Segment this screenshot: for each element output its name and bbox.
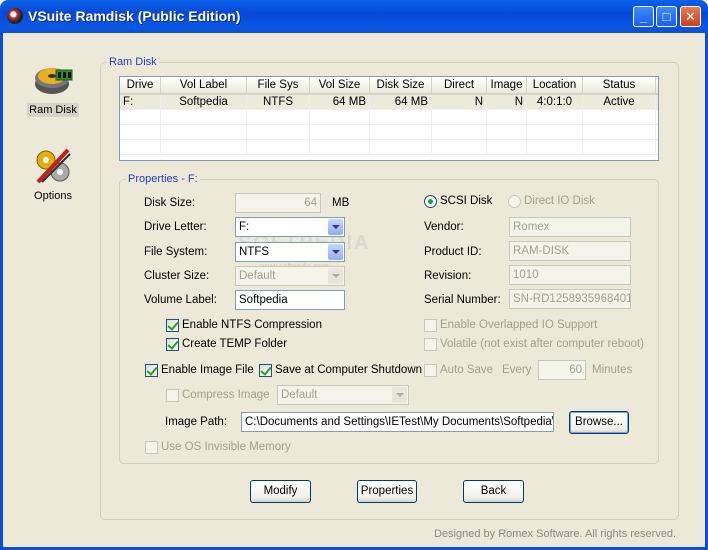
file-system-label: File System: [144,246,208,258]
revision-label: Revision: [424,270,472,282]
scsi-disk-radio[interactable] [424,195,437,208]
properties-button[interactable]: Properties [357,480,417,503]
column-header-vol-label[interactable]: Vol Label [161,77,247,93]
table-row-empty [120,110,658,125]
cell-drive: F: [120,95,161,109]
cell-vol-size: 64 MB [310,95,370,109]
ram-disk-group-title: Ram Disk [107,56,159,68]
column-header-file-sys[interactable]: File Sys [247,77,310,93]
browse-button[interactable]: Browse... [569,411,629,434]
close-button[interactable]: ✕ [680,6,701,27]
enable-image-file-checkbox[interactable] [145,364,158,377]
file-system-select[interactable]: NTFS [235,242,345,262]
cluster-size-value: Default [239,270,276,282]
image-path-label: Image Path: [165,416,228,428]
enable-ntfs-compression-checkbox[interactable] [166,319,179,332]
table-row-empty [120,125,658,140]
cell-direct: N [432,95,487,109]
chevron-down-icon[interactable] [328,219,343,235]
direct-io-disk-radio[interactable] [508,195,521,208]
serial-number-label: Serial Number: [424,294,501,306]
cell-status: Active [583,95,656,109]
maximize-button[interactable]: □ [656,6,677,27]
ram-disk-icon [32,58,74,100]
product-id-field[interactable]: RAM-DISK [509,241,631,261]
vendor-label: Vendor: [424,221,464,233]
image-path-field[interactable]: C:\Documents and Settings\IETest\My Docu… [241,412,554,432]
drive-letter-label: Drive Letter: [144,221,207,233]
footer-copyright: Designed by Romex Software. All rights r… [434,528,677,540]
auto-save-label: Auto Save [440,364,494,376]
product-id-label: Product ID: [424,246,482,258]
options-tools-icon [32,144,74,186]
scsi-disk-label: SCSI Disk [440,195,493,207]
create-temp-folder-label: Create TEMP Folder [182,338,288,350]
disk-size-unit: MB [332,197,350,209]
cell-image: N [487,95,527,109]
drive-letter-select[interactable]: F: [235,217,345,237]
column-header-disk-size[interactable]: Disk Size [370,77,432,93]
auto-save-checkbox[interactable] [424,364,437,377]
cluster-size-label: Cluster Size: [144,270,210,282]
sidebar-label-options: Options [34,190,72,202]
chevron-down-icon[interactable] [392,387,407,403]
compress-image-label: Compress Image [182,389,270,401]
cell-vol-label: Softpedia [161,95,247,109]
drive-letter-value: F: [239,221,250,233]
every-label: Every [502,364,532,376]
volume-label-field[interactable]: Softpedia [235,290,345,310]
file-system-value: NTFS [239,246,270,258]
create-temp-folder-checkbox[interactable] [166,338,179,351]
enable-overlapped-io-checkbox[interactable] [424,319,437,332]
chevron-down-icon[interactable] [328,244,343,260]
modify-button[interactable]: Modify [250,480,311,503]
column-header-vol-size[interactable]: Vol Size [310,77,370,93]
column-header-status[interactable]: Status [583,77,656,93]
window-title: VSuite Ramdisk (Public Edition) [28,8,241,24]
volume-label-label: Volume Label: [144,294,217,306]
disk-size-field[interactable]: 64 [235,193,321,213]
app-icon [7,8,23,24]
volatile-label: Volatile (not exist after computer reboo… [440,338,644,350]
direct-io-disk-label: Direct IO Disk [524,195,595,207]
cell-disk-size: 64 MB [370,95,432,109]
minutes-label: Minutes [592,364,633,376]
compress-image-value: Default [281,389,318,401]
sidebar-item-ram-disk[interactable]: Ram Disk [22,58,84,117]
enable-overlapped-io-label: Enable Overlapped IO Support [440,319,598,331]
table-header: Drive Vol Label File Sys Vol Size Disk S… [120,77,658,95]
cluster-size-select[interactable]: Default [235,266,345,286]
compress-image-select[interactable]: Default [277,385,409,405]
column-header-location[interactable]: Location [527,77,583,93]
column-header-drive[interactable]: Drive [120,77,161,93]
back-button[interactable]: Back [463,480,524,503]
use-os-invisible-memory-label: Use OS Invisible Memory [161,441,291,453]
minimize-button[interactable]: _ [633,6,654,27]
revision-field[interactable]: 1010 [509,265,631,285]
serial-number-field[interactable]: SN-RD1258935968401( [509,289,631,309]
table-row-empty [120,140,658,155]
auto-save-interval-field[interactable]: 60 [538,360,586,380]
title-bar: VSuite Ramdisk (Public Edition) _ □ ✕ [0,0,708,33]
sidebar-item-options[interactable]: Options [22,144,84,203]
use-os-invisible-memory-checkbox[interactable] [145,441,158,454]
chevron-down-icon[interactable] [328,268,343,284]
column-header-direct[interactable]: Direct [432,77,487,93]
volatile-checkbox[interactable] [424,338,437,351]
properties-group-title: Properties - F: [126,173,200,185]
save-at-shutdown-checkbox[interactable] [259,364,272,377]
compress-image-checkbox[interactable] [166,389,179,402]
cell-location: 4:0:1:0 [527,95,583,109]
enable-image-file-label: Enable Image File [161,364,254,376]
sidebar-label-ram-disk: Ram Disk [27,103,79,117]
ramdisk-table[interactable]: Drive Vol Label File Sys Vol Size Disk S… [119,76,659,161]
column-header-image[interactable]: Image [487,77,527,93]
table-row[interactable]: F: Softpedia NTFS 64 MB 64 MB N N 4:0:1:… [120,95,658,110]
enable-ntfs-compression-label: Enable NTFS Compression [182,319,322,331]
vendor-field[interactable]: Romex [509,217,631,237]
disk-size-label: Disk Size: [144,197,196,209]
save-at-shutdown-label: Save at Computer Shutdown [275,364,423,376]
cell-file-sys: NTFS [247,95,310,109]
